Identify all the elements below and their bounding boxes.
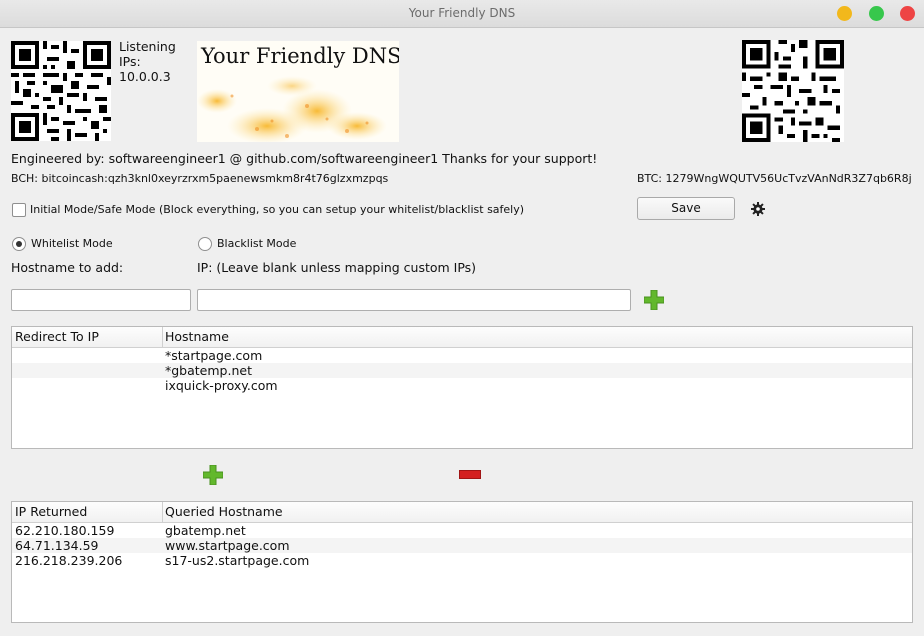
ip-label: IP: (Leave blank unless mapping custom I…: [197, 260, 477, 275]
whitelist-mode-label: Whitelist Mode: [31, 237, 113, 250]
hostname-list-table[interactable]: Redirect To IP Hostname *startpage.com *…: [11, 326, 913, 449]
listening-label-line2: IPs:: [119, 54, 141, 69]
ip-returned-cell: 216.218.239.206: [15, 553, 123, 568]
add-entry-plus-icon[interactable]: [203, 465, 223, 485]
banner-title: Your Friendly DNS!: [201, 44, 399, 68]
add-hostname-plus-icon[interactable]: [644, 290, 664, 310]
bch-address: BCH: bitcoincash:qzh3knl0xeyrzrxm5paenew…: [11, 172, 389, 185]
ip-input[interactable]: [197, 289, 631, 311]
ip-returned-cell: 64.71.134.59: [15, 538, 99, 553]
query-log-table[interactable]: IP Returned Queried Hostname 62.210.180.…: [11, 501, 913, 623]
column-header[interactable]: IP Returned: [15, 504, 87, 519]
whitelist-mode-radio[interactable]: [12, 237, 26, 251]
minimize-button[interactable]: [837, 6, 852, 21]
close-button[interactable]: [900, 6, 915, 21]
listening-label-line1: Listening: [119, 39, 176, 54]
table-header: Redirect To IP Hostname: [12, 327, 912, 348]
initial-mode-checkbox[interactable]: [12, 203, 26, 217]
btc-qr-code-icon: [742, 40, 844, 142]
table-row[interactable]: *startpage.com: [12, 348, 912, 363]
listening-ip-value: 10.0.0.3: [119, 69, 171, 84]
table-row[interactable]: ixquick-proxy.com: [12, 378, 912, 393]
listening-ips: Listening IPs: 10.0.0.3: [119, 39, 176, 84]
blacklist-mode-label: Blacklist Mode: [217, 237, 297, 250]
table-row[interactable]: 216.218.239.206 s17-us2.startpage.com: [12, 553, 912, 568]
column-divider[interactable]: [162, 502, 163, 522]
save-button[interactable]: Save: [637, 197, 735, 220]
hostname-input[interactable]: [11, 289, 191, 311]
table-row[interactable]: *gbatemp.net: [12, 363, 912, 378]
gear-icon[interactable]: [750, 201, 766, 217]
hostname-label: Hostname to add:: [11, 260, 124, 275]
remove-entry-minus-icon[interactable]: [459, 470, 481, 479]
queried-hostname-cell: www.startpage.com: [165, 538, 290, 553]
blacklist-mode-radio[interactable]: [198, 237, 212, 251]
queried-hostname-cell: s17-us2.startpage.com: [165, 553, 310, 568]
hostname-cell: *startpage.com: [165, 348, 263, 363]
initial-mode-label: Initial Mode/Safe Mode (Block everything…: [30, 203, 525, 216]
window-title: Your Friendly DNS: [408, 6, 516, 20]
queried-hostname-cell: gbatemp.net: [165, 523, 246, 538]
banner-image: Your Friendly DNS!: [197, 41, 399, 142]
title-bar: Your Friendly DNS: [0, 0, 924, 28]
column-header[interactable]: Redirect To IP: [15, 329, 99, 344]
credits-text: Engineered by: softwareengineer1 @ githu…: [11, 151, 598, 166]
bch-qr-code-icon: [11, 41, 111, 141]
column-header[interactable]: Hostname: [165, 329, 229, 344]
table-row[interactable]: 62.210.180.159 gbatemp.net: [12, 523, 912, 538]
btc-address: BTC: 1279WngWQUTV56UcTvzVAnNdR3Z7qb6R8j: [637, 172, 912, 185]
hostname-cell: ixquick-proxy.com: [165, 378, 278, 393]
table-header: IP Returned Queried Hostname: [12, 502, 912, 523]
column-divider[interactable]: [162, 327, 163, 347]
table-row[interactable]: 64.71.134.59 www.startpage.com: [12, 538, 912, 553]
hostname-cell: *gbatemp.net: [165, 363, 252, 378]
ip-returned-cell: 62.210.180.159: [15, 523, 115, 538]
maximize-button[interactable]: [869, 6, 884, 21]
column-header[interactable]: Queried Hostname: [165, 504, 283, 519]
